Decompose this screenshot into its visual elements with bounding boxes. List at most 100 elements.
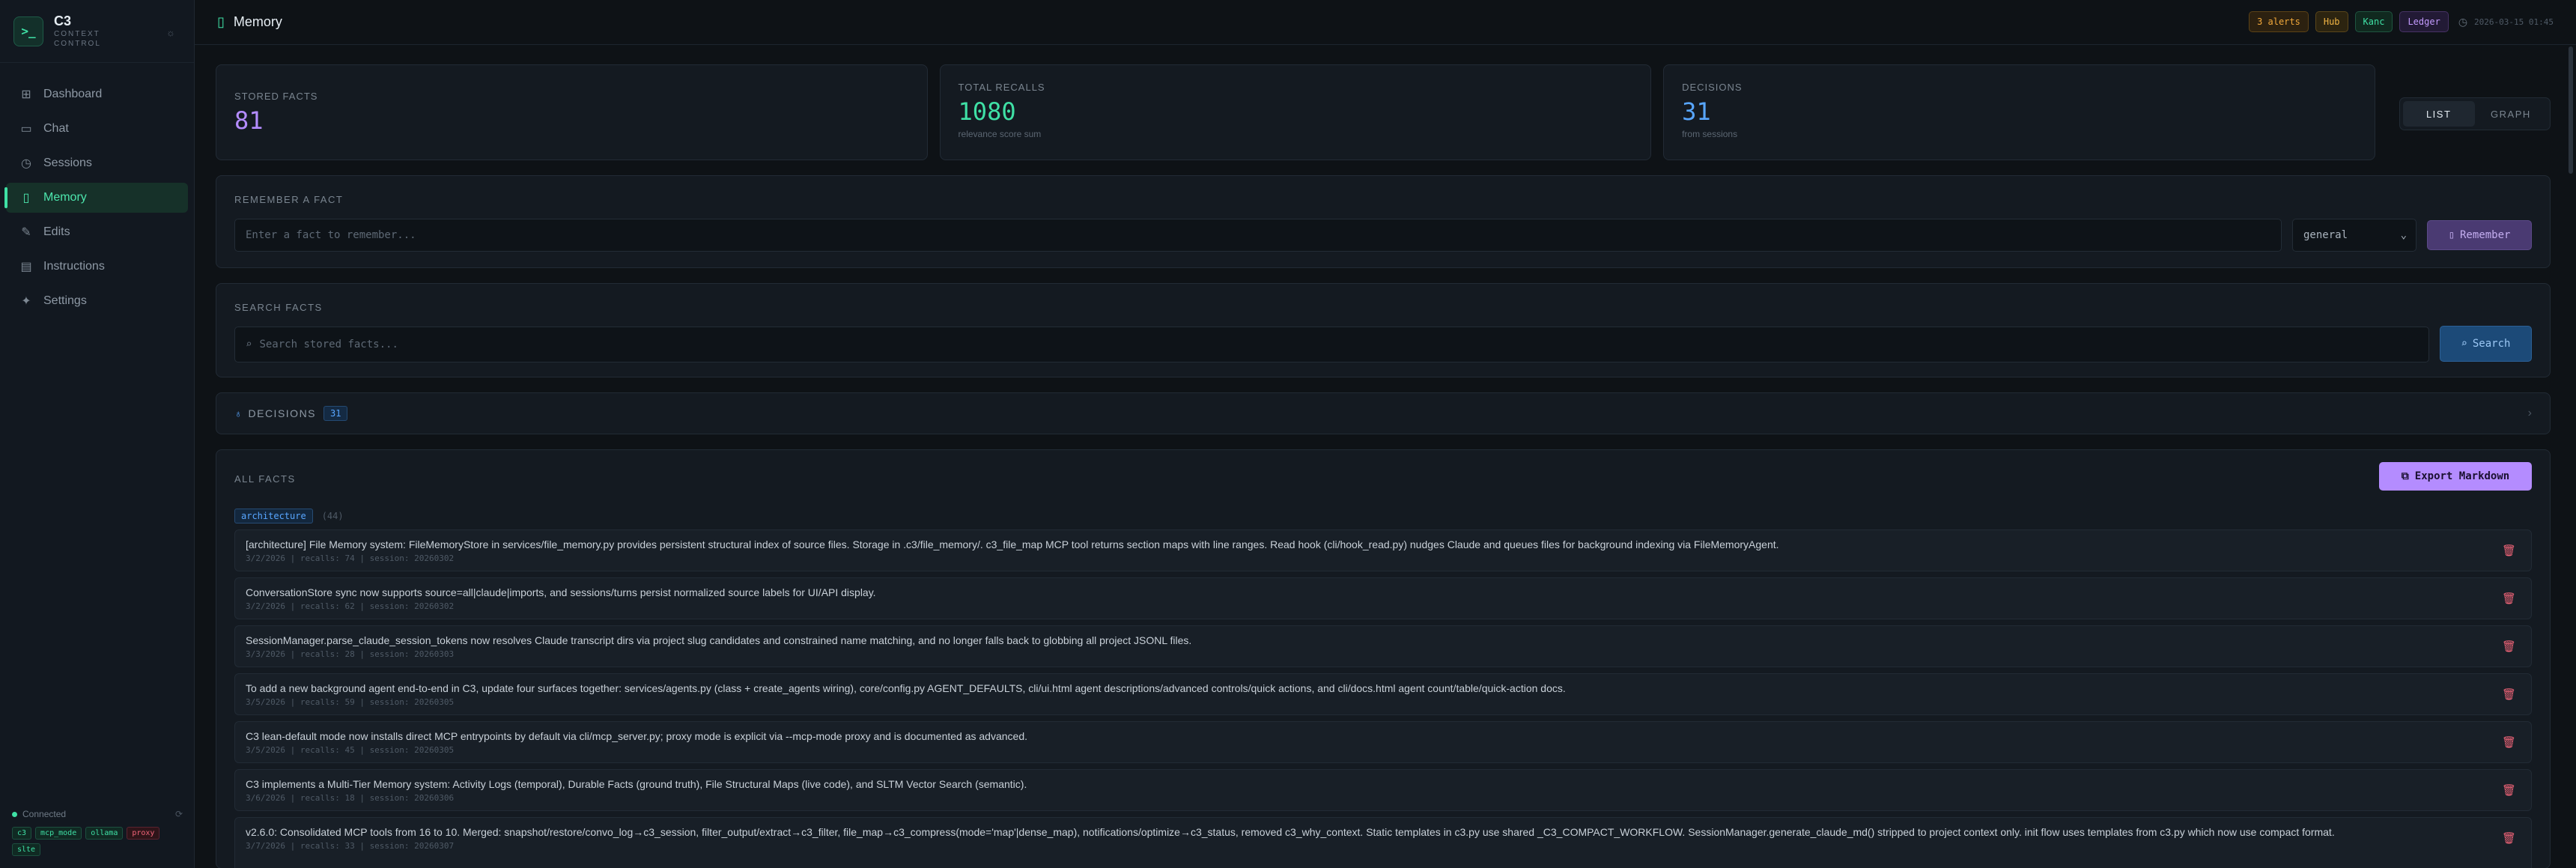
brand-title: C3 — [54, 13, 72, 28]
fact-item: ConversationStore sync now supports sour… — [234, 577, 2532, 619]
stat-label: STORED FACTS — [234, 91, 318, 102]
fact-text: ConversationStore sync now supports sour… — [246, 586, 876, 598]
sidebar-item-settings[interactable]: ✦ Settings — [6, 286, 188, 316]
sidebar-item-label: Settings — [43, 294, 87, 307]
timestamp: 2026-03-15 01:45 — [2474, 16, 2554, 27]
stat-total-recalls: TOTAL RECALLS 1080 relevance score sum — [939, 64, 1652, 160]
fact-meta: 3/5/2026 | recalls: 59 | session: 202603… — [246, 697, 455, 707]
trash-icon[interactable]: 🗑 — [2502, 592, 2516, 605]
sidebar-item-label: Sessions — [43, 157, 92, 169]
puzzle-icon: ✦ — [21, 295, 31, 308]
sidebar-item-dashboard[interactable]: ⊞ Dashboard — [6, 79, 188, 109]
search-icon: ⌕ — [246, 339, 252, 350]
sidebar-item-instructions[interactable]: ▤ Instructions — [6, 252, 188, 282]
sidebar-item-label: Chat — [43, 122, 69, 135]
fact-text: [architecture] File Memory system: FileM… — [246, 538, 1779, 550]
search-icon: ⌕ — [2461, 338, 2467, 350]
stat-value: 1080 — [958, 97, 1016, 126]
fact-text: SessionManager.parse_claude_session_toke… — [246, 634, 1192, 646]
panel-heading: SEARCH FACTS — [234, 302, 323, 313]
fact-item: C3 lean-default mode now installs direct… — [234, 721, 2532, 763]
copy-icon: ⧉ — [2401, 470, 2409, 482]
clock-icon: ◷ — [2458, 15, 2468, 28]
scrollbar[interactable] — [2569, 46, 2573, 174]
panel-heading: REMEMBER A FACT — [234, 194, 344, 205]
stat-sub: relevance score sum — [958, 129, 1042, 139]
sidebar-item-edits[interactable]: ✎ Edits — [6, 217, 188, 247]
service-chips: c3 mcp_mode ollama proxy slte — [12, 827, 183, 856]
page-title: Memory — [233, 14, 282, 29]
stat-label: DECISIONS — [1682, 82, 1743, 93]
fact-text: C3 implements a Multi-Tier Memory system… — [246, 778, 1027, 790]
sidebar-item-memory[interactable]: ▯ Memory — [4, 183, 188, 213]
export-button-label: Export Markdown — [2414, 470, 2510, 482]
sidebar-item-label: Memory — [43, 191, 87, 204]
fact-input[interactable]: Enter a fact to remember... — [234, 219, 2282, 252]
sidebar-item-sessions[interactable]: ◷ Sessions — [6, 148, 188, 178]
stat-decisions: DECISIONS 31 from sessions — [1663, 64, 2375, 160]
fact-text: To add a new background agent end-to-end… — [246, 682, 1566, 694]
status-dot-icon — [12, 811, 17, 817]
remember-button[interactable]: ▯ Remember — [2427, 220, 2532, 250]
trash-icon[interactable]: 🗑 — [2502, 640, 2516, 653]
chevron-right-icon: › — [2527, 407, 2532, 419]
grid-icon: ⊞ — [21, 88, 31, 101]
remember-panel: REMEMBER A FACT Enter a fact to remember… — [216, 175, 2551, 268]
main-content: STORED FACTS 81 TOTAL RECALLS 1080 relev… — [216, 64, 2551, 868]
file-icon: ▤ — [20, 261, 32, 273]
search-button-label: Search — [2472, 338, 2511, 350]
panel-heading: ALL FACTS — [234, 473, 296, 485]
decisions-panel[interactable]: ♁ DECISIONS 31 › — [216, 392, 2551, 434]
hub-button[interactable]: Hub — [2315, 11, 2348, 32]
sidebar: >_ C3 CONTEXT CONTROL ☼ ⊞ Dashboard ▭ Ch… — [0, 0, 195, 868]
top-bar: ▯ Memory 3 alerts Hub Kanc Ledger ◷ 2026… — [195, 0, 2576, 45]
category-select[interactable]: general ⌄ — [2292, 219, 2416, 252]
stat-value: 81 — [234, 106, 264, 135]
stat-sub: from sessions — [1682, 129, 1738, 139]
brand: >_ C3 CONTEXT CONTROL ☼ — [0, 0, 194, 63]
fact-text: v2.6.0: Consolidated MCP tools from 16 t… — [246, 826, 2335, 838]
ledger-button[interactable]: Ledger — [2399, 11, 2449, 32]
bookmark-icon: ▯ — [22, 192, 30, 204]
remember-button-label: Remember — [2460, 229, 2511, 241]
service-chip: ollama — [85, 827, 124, 840]
list-view-button[interactable]: LIST — [2402, 101, 2475, 127]
theme-toggle-icon[interactable]: ☼ — [166, 27, 175, 38]
terminal-icon: >_ — [13, 16, 43, 46]
trash-icon[interactable]: 🗑 — [2502, 688, 2516, 701]
sidebar-item-label: Instructions — [43, 260, 105, 273]
trash-icon[interactable]: 🗑 — [2502, 544, 2516, 557]
kanc-button[interactable]: Kanc — [2354, 11, 2393, 32]
search-placeholder: Search stored facts... — [259, 339, 398, 350]
fact-meta: 3/2/2026 | recalls: 62 | session: 202603… — [246, 601, 455, 611]
bookmark-icon: ▯ — [217, 14, 225, 29]
facts-panel: ALL FACTS ⧉ Export Markdown architecture… — [216, 449, 2551, 868]
alerts-badge[interactable]: 3 alerts — [2249, 11, 2309, 32]
refresh-icon[interactable]: ⟳ — [175, 809, 183, 819]
trash-icon[interactable]: 🗑 — [2502, 735, 2516, 749]
sidebar-item-label: Dashboard — [43, 88, 103, 100]
graph-view-button[interactable]: GRAPH — [2475, 101, 2547, 127]
sidebar-item-label: Edits — [43, 225, 70, 238]
decisions-count: 31 — [323, 406, 348, 421]
sidebar-item-chat[interactable]: ▭ Chat — [6, 114, 188, 144]
fact-meta: 3/3/2026 | recalls: 28 | session: 202603… — [246, 649, 455, 659]
category-value: general — [2303, 229, 2348, 241]
stat-value: 31 — [1682, 97, 1711, 126]
view-toggle: LIST GRAPH — [2399, 97, 2551, 130]
chat-icon: ▭ — [20, 123, 32, 136]
lightbulb-icon: ♁ — [234, 407, 243, 419]
search-panel: SEARCH FACTS ⌕ Search stored facts... ⌕ … — [216, 283, 2551, 377]
stats-row: STORED FACTS 81 TOTAL RECALLS 1080 relev… — [216, 64, 2551, 160]
clock-icon: ◷ — [21, 157, 31, 170]
category-tag[interactable]: architecture — [234, 509, 313, 523]
trash-icon[interactable]: 🗑 — [2502, 831, 2516, 845]
category-count: (44) — [321, 511, 344, 521]
fact-item: v2.6.0: Consolidated MCP tools from 16 t… — [234, 817, 2532, 868]
trash-icon[interactable]: 🗑 — [2502, 783, 2516, 797]
export-markdown-button[interactable]: ⧉ Export Markdown — [2379, 462, 2532, 491]
service-chip: slte — [12, 843, 41, 856]
search-button[interactable]: ⌕ Search — [2439, 326, 2532, 362]
decisions-label: DECISIONS — [248, 407, 317, 419]
search-input[interactable]: ⌕ Search stored facts... — [234, 327, 2429, 362]
